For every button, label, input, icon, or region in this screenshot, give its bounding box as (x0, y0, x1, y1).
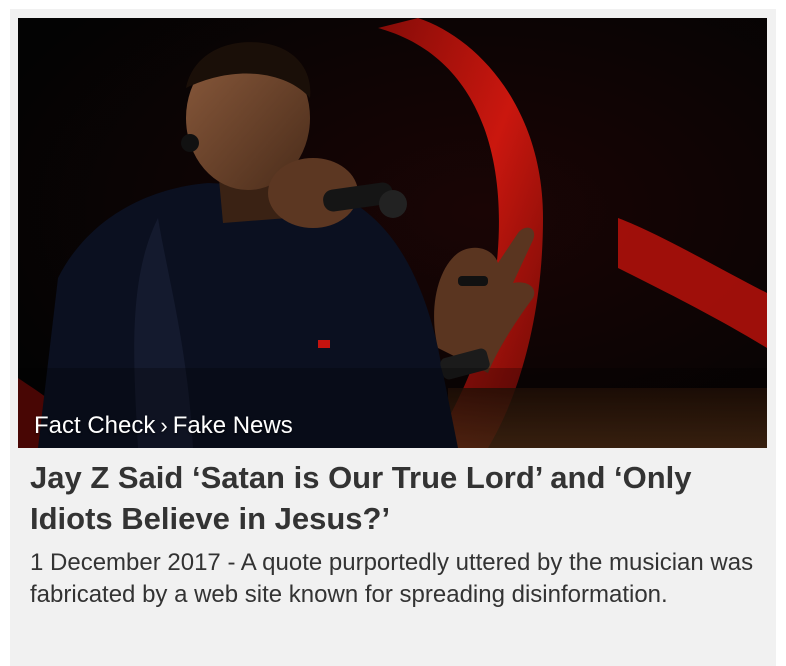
performer-image (18, 18, 767, 448)
article-headline[interactable]: Jay Z Said ‘Satan is Our True Lord’ and … (30, 457, 756, 539)
article-date: 1 December 2017 (30, 549, 221, 576)
breadcrumb-fake-news-link[interactable]: Fake News (173, 412, 293, 439)
article-photo[interactable]: Fact Check › Fake News (18, 18, 767, 448)
article-summary: 1 December 2017 - A quote purportedly ut… (30, 547, 760, 611)
breadcrumb-fact-check-link[interactable]: Fact Check (34, 412, 155, 439)
chevron-right-icon: › (160, 413, 168, 438)
article-card[interactable]: Fact Check › Fake News Jay Z Said ‘Satan i… (10, 9, 776, 666)
breadcrumb: Fact Check › Fake News (34, 412, 293, 440)
date-separator: - (227, 549, 236, 576)
